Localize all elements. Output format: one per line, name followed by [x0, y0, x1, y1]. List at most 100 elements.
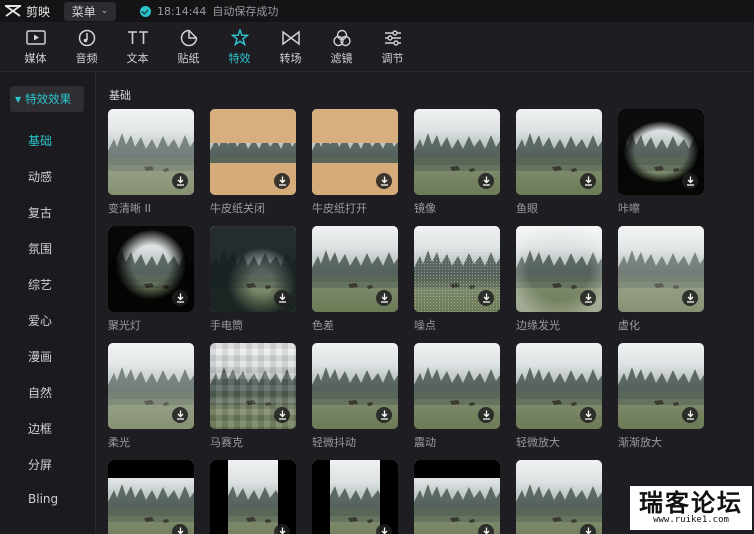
effect-card[interactable]: 柔光 — [108, 343, 194, 450]
tab-effects[interactable]: 特效 — [214, 22, 265, 72]
effect-thumbnail[interactable] — [312, 226, 398, 312]
effect-thumbnail[interactable] — [312, 460, 398, 534]
effect-card[interactable]: 牛皮纸关闭 — [210, 109, 296, 216]
effect-thumbnail[interactable] — [312, 343, 398, 429]
effect-card[interactable]: 牛皮纸打开 — [312, 109, 398, 216]
effect-thumbnail[interactable] — [414, 460, 500, 534]
effect-thumbnail[interactable] — [516, 226, 602, 312]
effect-card[interactable] — [108, 460, 194, 534]
sidebar-item-retro[interactable]: 复古 — [28, 204, 52, 221]
tab-adjust[interactable]: 调节 — [367, 22, 418, 72]
effect-thumbnail[interactable] — [108, 460, 194, 534]
download-icon[interactable] — [172, 290, 188, 306]
effect-card[interactable]: 变清晰 II — [108, 109, 194, 216]
effect-card[interactable]: 鱼眼 — [516, 109, 602, 216]
sidebar-item-border[interactable]: 边框 — [28, 420, 52, 437]
effect-thumbnail[interactable] — [516, 109, 602, 195]
effect-thumbnail[interactable] — [108, 343, 194, 429]
effect-thumbnail[interactable] — [312, 109, 398, 195]
effect-card[interactable]: 轻微放大 — [516, 343, 602, 450]
effect-thumbnail[interactable] — [210, 343, 296, 429]
download-icon[interactable] — [478, 173, 494, 189]
effect-thumbnail[interactable] — [210, 460, 296, 534]
effect-thumbnail[interactable] — [210, 109, 296, 195]
download-icon[interactable] — [274, 173, 290, 189]
effect-thumbnail[interactable] — [618, 226, 704, 312]
effect-label: 牛皮纸打开 — [312, 202, 367, 215]
download-icon[interactable] — [376, 290, 392, 306]
download-icon[interactable] — [376, 173, 392, 189]
effect-card[interactable]: 虚化 — [618, 226, 704, 333]
effect-thumbnail[interactable] — [108, 109, 194, 195]
category-group-header[interactable]: ▼ 特效效果 — [10, 86, 84, 112]
effect-card[interactable]: 色差 — [312, 226, 398, 333]
tab-text[interactable]: 文本 — [112, 22, 163, 72]
effect-card[interactable]: 咔嚓 — [618, 109, 704, 216]
download-icon[interactable] — [172, 524, 188, 534]
download-icon[interactable] — [274, 407, 290, 423]
effect-thumbnail[interactable] — [618, 109, 704, 195]
tab-audio[interactable]: 音频 — [61, 22, 112, 72]
effect-card[interactable]: 渐渐放大 — [618, 343, 704, 450]
effect-card[interactable] — [312, 460, 398, 534]
category-group-label: 特效效果 — [25, 92, 72, 106]
download-icon[interactable] — [376, 524, 392, 534]
sidebar-item-variety[interactable]: 综艺 — [28, 276, 52, 293]
sidebar-item-dynamic[interactable]: 动感 — [28, 168, 52, 185]
download-icon[interactable] — [376, 407, 392, 423]
sidebar-item-comic[interactable]: 漫画 — [28, 348, 52, 365]
download-icon[interactable] — [478, 290, 494, 306]
effect-thumbnail[interactable] — [516, 460, 602, 534]
effect-card[interactable]: 聚光灯 — [108, 226, 194, 333]
download-icon[interactable] — [478, 524, 494, 534]
sidebar-item-nature[interactable]: 自然 — [28, 384, 52, 401]
tab-sticker[interactable]: 贴纸 — [163, 22, 214, 72]
effect-thumbnail[interactable] — [618, 343, 704, 429]
effect-thumbnail[interactable] — [108, 226, 194, 312]
download-icon[interactable] — [274, 290, 290, 306]
tab-label: 文本 — [126, 52, 149, 65]
adjust-icon — [382, 28, 404, 48]
download-icon[interactable] — [274, 524, 290, 534]
watermark-logo: 瑞客论坛 www.ruike1.com — [630, 486, 752, 530]
download-icon[interactable] — [682, 290, 698, 306]
effect-card[interactable]: 马赛克 — [210, 343, 296, 450]
download-icon[interactable] — [682, 173, 698, 189]
effect-thumbnail[interactable] — [414, 226, 500, 312]
tab-media[interactable]: 媒体 — [10, 22, 61, 72]
tab-label: 转场 — [279, 52, 302, 65]
download-icon[interactable] — [580, 407, 596, 423]
effect-card[interactable] — [414, 460, 500, 534]
download-icon[interactable] — [580, 290, 596, 306]
sidebar-item-bling[interactable]: Bling — [28, 492, 58, 506]
effect-card[interactable]: 边缘发光 — [516, 226, 602, 333]
effect-thumbnail[interactable] — [414, 343, 500, 429]
effect-card[interactable] — [516, 460, 602, 534]
watermark-title: 瑞客论坛 — [639, 487, 743, 517]
effect-label: 聚光灯 — [108, 319, 141, 332]
effect-card[interactable]: 噪点 — [414, 226, 500, 333]
effect-card[interactable]: 镜像 — [414, 109, 500, 216]
sidebar-item-split-screen[interactable]: 分屏 — [28, 456, 52, 473]
sidebar-item-atmosphere[interactable]: 氛围 — [28, 240, 52, 257]
download-icon[interactable] — [478, 407, 494, 423]
effect-thumbnail[interactable] — [414, 109, 500, 195]
download-icon[interactable] — [580, 524, 596, 534]
sidebar-item-love[interactable]: 爱心 — [28, 312, 52, 329]
download-icon[interactable] — [172, 407, 188, 423]
download-icon[interactable] — [172, 173, 188, 189]
effect-label: 手电筒 — [210, 319, 243, 332]
tab-filter[interactable]: 滤镜 — [316, 22, 367, 72]
effects-icon — [229, 28, 251, 48]
effect-thumbnail[interactable] — [516, 343, 602, 429]
effect-card[interactable] — [210, 460, 296, 534]
effect-thumbnail[interactable] — [210, 226, 296, 312]
download-icon[interactable] — [682, 407, 698, 423]
effect-card[interactable]: 震动 — [414, 343, 500, 450]
effect-card[interactable]: 轻微抖动 — [312, 343, 398, 450]
download-icon[interactable] — [580, 173, 596, 189]
tab-transition[interactable]: 转场 — [265, 22, 316, 72]
effect-card[interactable]: 手电筒 — [210, 226, 296, 333]
sidebar-item-basic[interactable]: 基础 — [28, 132, 52, 149]
menu-button[interactable]: 菜单 ⌄ — [64, 1, 117, 21]
